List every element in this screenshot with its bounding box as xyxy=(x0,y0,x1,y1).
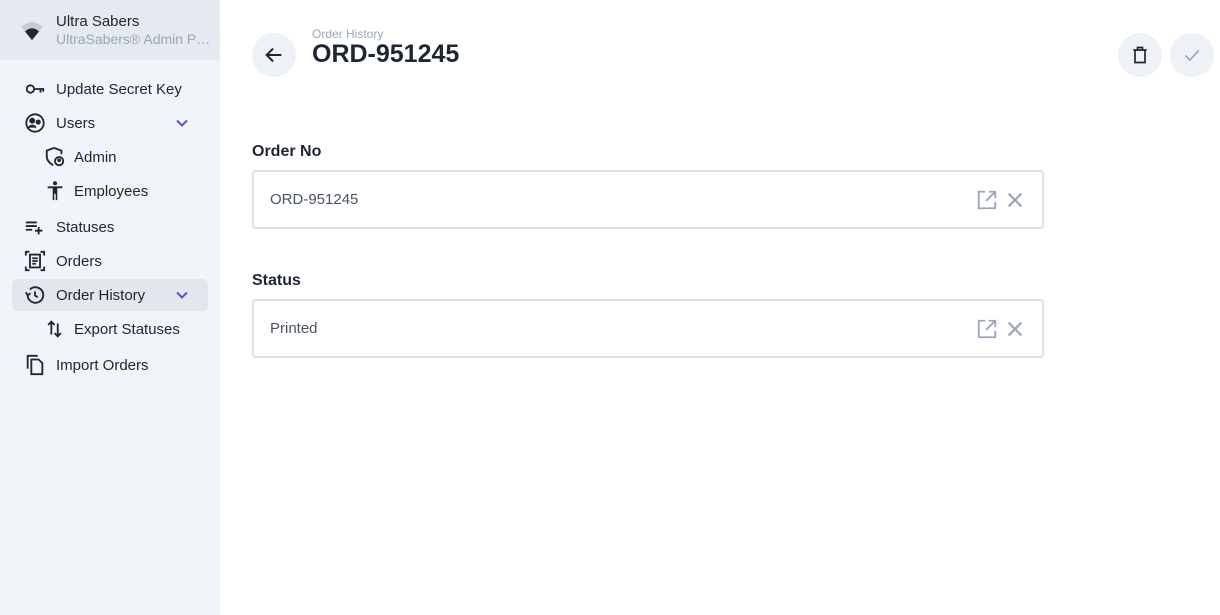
sidebar-item-employees[interactable]: Employees xyxy=(12,175,208,207)
document-scan-icon xyxy=(24,250,46,272)
sidebar: Ultra Sabers UltraSabers® Admin Panel Up… xyxy=(0,0,220,615)
sidebar-item-statuses[interactable]: Statuses xyxy=(12,211,208,243)
trash-icon xyxy=(1133,46,1147,64)
open-in-new-icon[interactable] xyxy=(976,189,998,211)
arrow-left-icon xyxy=(265,47,282,63)
sidebar-item-admin[interactable]: Admin xyxy=(12,141,208,173)
admin-shield-icon xyxy=(45,146,65,167)
sidebar-item-order-history[interactable]: Order History xyxy=(12,279,208,311)
status-field[interactable]: Printed xyxy=(252,299,1044,358)
close-icon[interactable] xyxy=(1004,189,1026,211)
order-no-label: Order No xyxy=(252,143,322,160)
close-icon[interactable] xyxy=(1004,318,1026,340)
chevron-down-icon[interactable] xyxy=(174,287,190,303)
status-label: Status xyxy=(252,272,301,289)
brand-subtitle: UltraSabers® Admin Panel xyxy=(56,31,218,47)
brand-header[interactable]: Ultra Sabers UltraSabers® Admin Panel xyxy=(0,0,220,60)
sidebar-item-label: Export Statuses xyxy=(74,321,180,338)
chevron-down-icon[interactable] xyxy=(174,115,190,131)
sidebar-item-export-statuses[interactable]: Export Statuses xyxy=(12,313,208,345)
sidebar-item-label: Users xyxy=(56,115,96,132)
back-button[interactable] xyxy=(252,33,296,77)
order-no-field[interactable]: ORD-951245 xyxy=(252,170,1044,229)
app-root: Ultra Sabers UltraSabers® Admin Panel Up… xyxy=(0,0,1220,615)
playlist-add-icon xyxy=(25,221,43,235)
save-button[interactable] xyxy=(1170,33,1214,77)
open-in-new-icon[interactable] xyxy=(976,318,998,340)
sidebar-item-users[interactable]: Users xyxy=(12,107,208,139)
swap-vertical-icon xyxy=(47,320,62,338)
sidebar-item-label: Employees xyxy=(74,183,149,200)
check-icon xyxy=(1184,49,1200,62)
order-no-value: ORD-951245 xyxy=(270,191,359,208)
delete-button[interactable] xyxy=(1118,33,1162,77)
history-icon xyxy=(25,286,45,304)
page-title: ORD-951245 xyxy=(312,40,460,68)
sidebar-item-label: Admin xyxy=(74,149,117,166)
key-icon xyxy=(25,84,45,94)
copy-icon xyxy=(26,354,44,376)
person-icon xyxy=(47,181,63,201)
sidebar-item-label: Import Orders xyxy=(56,357,149,374)
wifi-icon xyxy=(21,22,43,40)
sidebar-item-update-secret-key[interactable]: Update Secret Key xyxy=(12,73,208,105)
sidebar-item-label: Orders xyxy=(56,253,102,270)
status-value: Printed xyxy=(270,320,318,337)
sidebar-item-orders[interactable]: Orders xyxy=(12,245,208,277)
users-icon xyxy=(25,113,45,133)
brand-title: Ultra Sabers xyxy=(56,13,140,30)
breadcrumb[interactable]: Order History xyxy=(312,27,383,41)
sidebar-item-import-orders[interactable]: Import Orders xyxy=(12,349,208,381)
sidebar-item-label: Update Secret Key xyxy=(56,81,182,98)
sidebar-item-label: Order History xyxy=(56,287,146,304)
sidebar-item-label: Statuses xyxy=(56,219,115,236)
